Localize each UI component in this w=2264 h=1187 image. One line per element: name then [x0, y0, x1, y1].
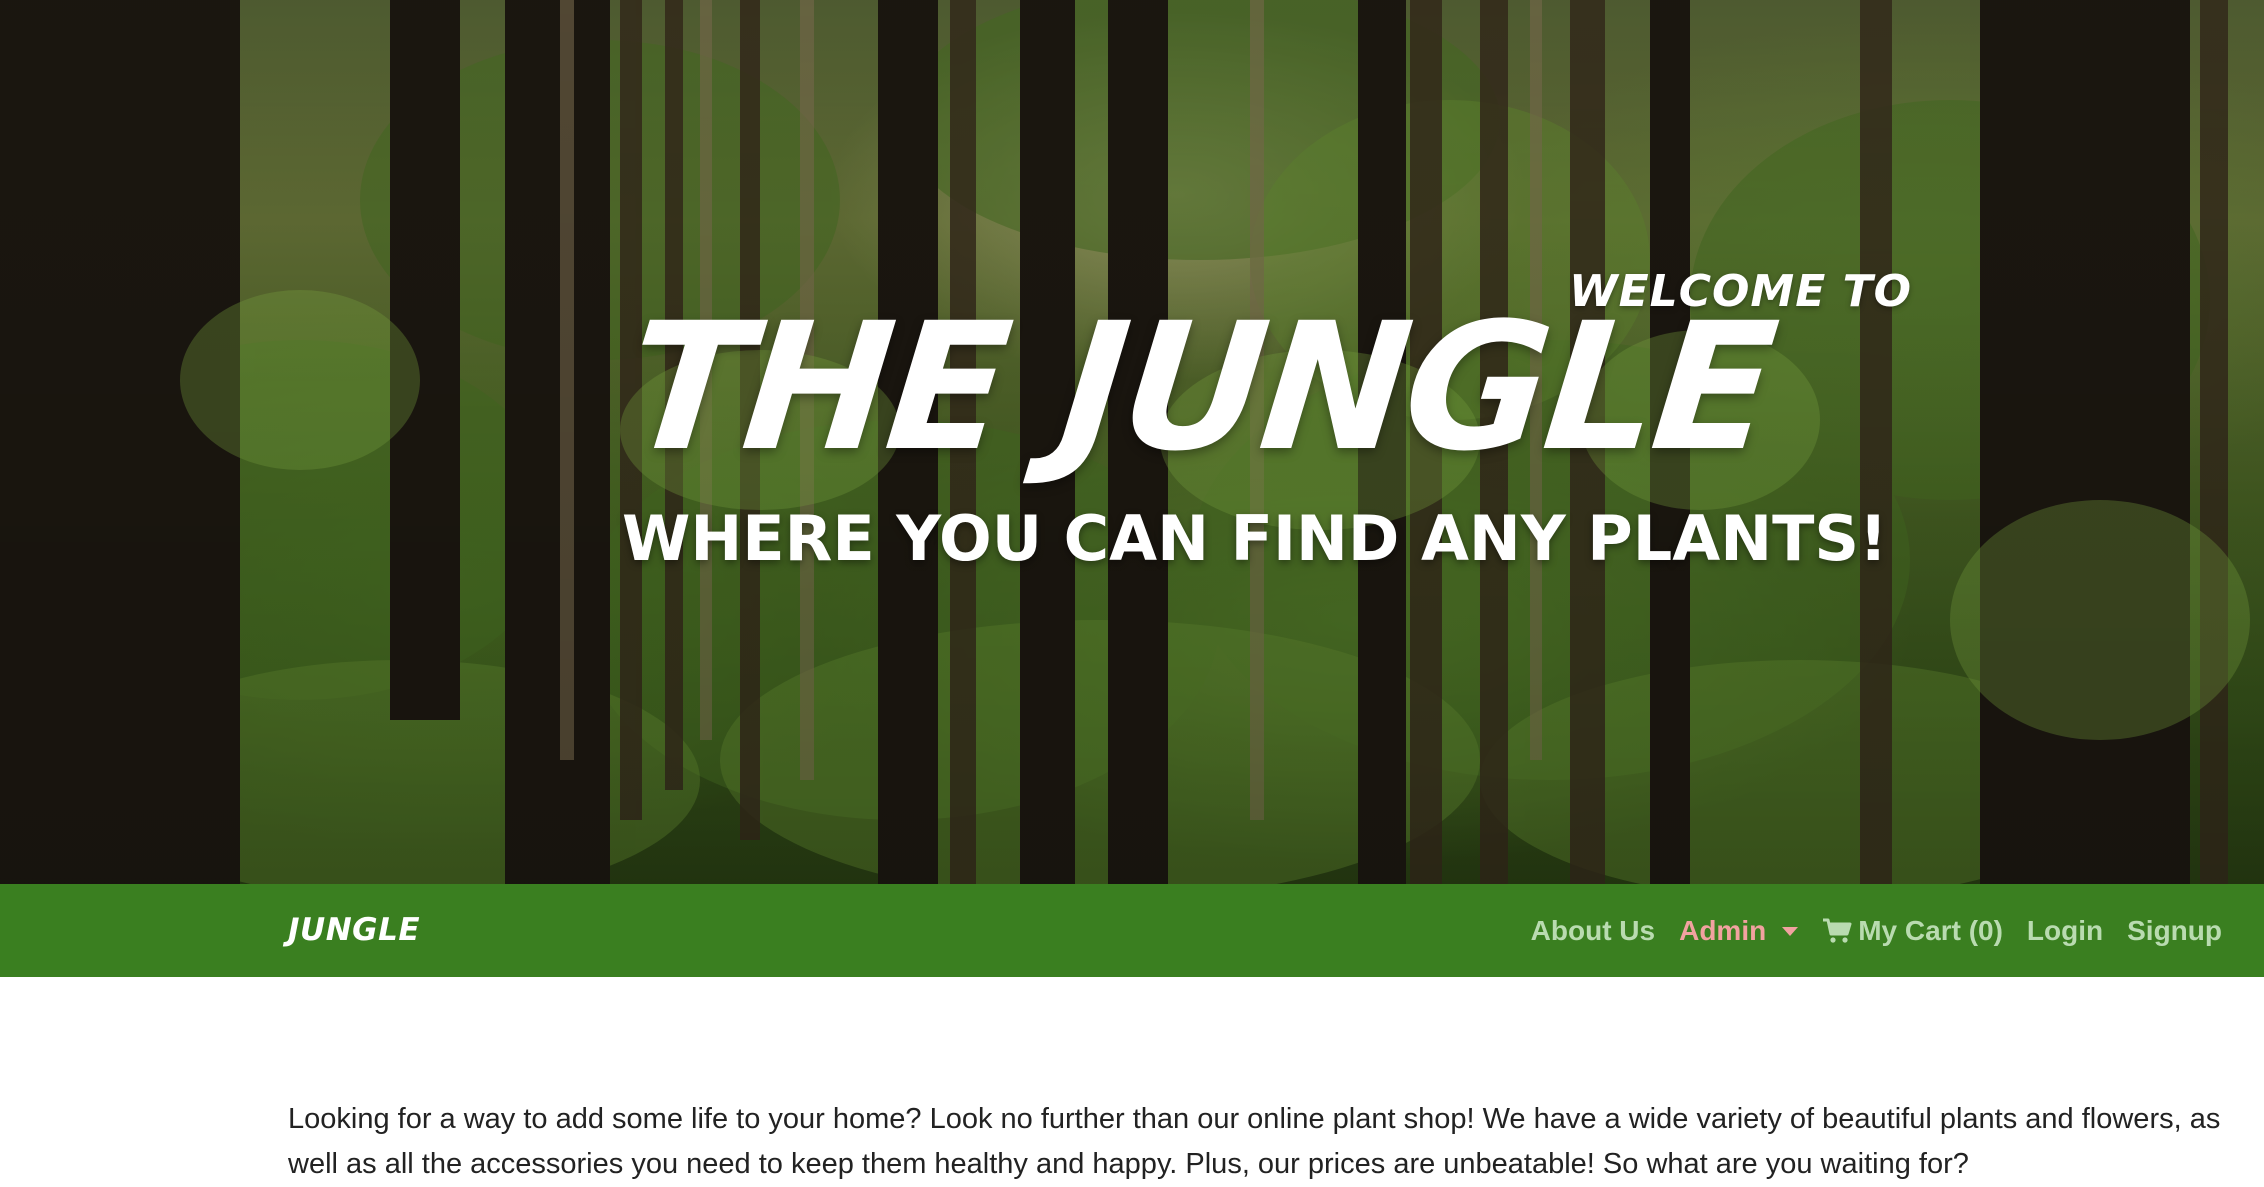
nav-cart-link[interactable]: My Cart (0)	[1822, 915, 2003, 947]
caret-down-icon	[1782, 927, 1799, 936]
nav-links: About Us Admin My Cart (0) Login Signup	[1531, 884, 2222, 977]
hero-tagline: WHERE YOU CAN FIND ANY PLANTS!	[622, 502, 1888, 575]
nav-cart-label: My Cart (0)	[1858, 914, 2003, 946]
brand-logo-link[interactable]: JUNGLE	[288, 912, 420, 948]
nav-about-us-link[interactable]: About Us	[1531, 915, 1655, 947]
intro-paragraph: Looking for a way to add some life to yo…	[288, 1103, 2221, 1180]
nav-admin-dropdown[interactable]: Admin	[1679, 914, 1799, 947]
nav-signup-link[interactable]: Signup	[2127, 915, 2222, 947]
shopping-cart-icon	[1823, 918, 1852, 943]
main-navbar: JUNGLE About Us Admin My Cart (0) Login …	[0, 884, 2264, 977]
nav-admin-label: Admin	[1679, 914, 1767, 946]
hero-title: THE JUNGLE	[618, 285, 1782, 490]
hero-banner: WELCOME TO THE JUNGLE WHERE YOU CAN FIND…	[0, 0, 2264, 884]
nav-login-link[interactable]: Login	[2027, 915, 2103, 947]
